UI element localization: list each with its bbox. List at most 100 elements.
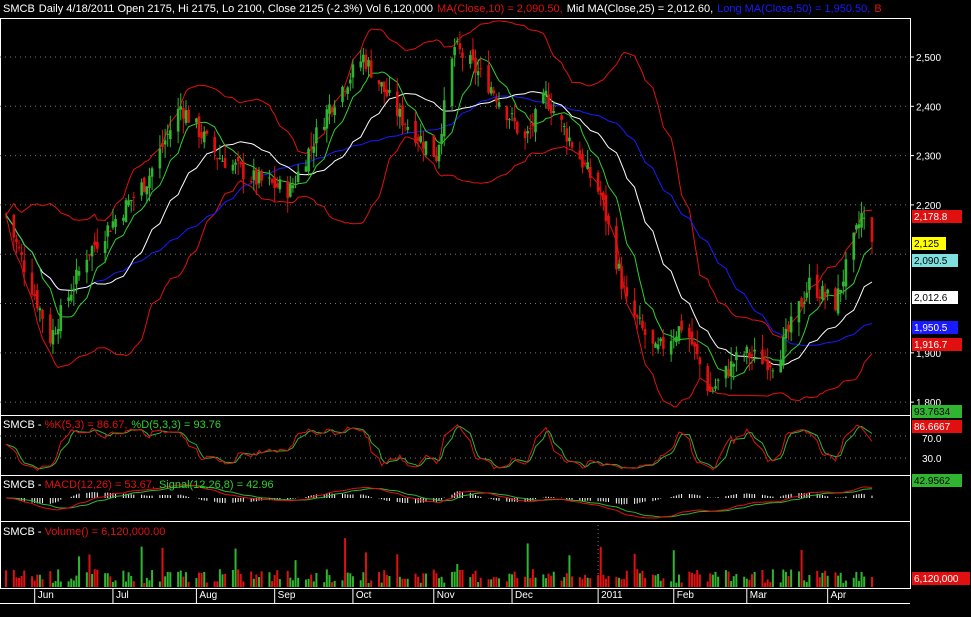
candle-body	[528, 127, 532, 129]
price-header-tail: B	[874, 3, 881, 15]
volume-bar	[124, 581, 127, 587]
volume-bar	[479, 577, 482, 587]
candle-body	[862, 217, 866, 219]
candle-body	[122, 217, 125, 221]
volume-bar	[839, 572, 842, 587]
candle-body	[570, 142, 574, 148]
candle-body	[784, 328, 788, 339]
candle-body	[651, 329, 655, 344]
x-tick-label: Apr	[831, 590, 847, 601]
volume-bar	[654, 575, 657, 587]
candle-body	[395, 91, 399, 116]
volume-bar	[143, 582, 146, 587]
volume-bar	[349, 573, 352, 587]
volume-bar	[766, 579, 769, 587]
candle-body	[787, 324, 790, 332]
volume-bar	[675, 582, 678, 587]
volume-bar	[187, 581, 190, 587]
volume-bar	[130, 576, 133, 587]
price-header-summary: Daily 4/18/2011 Open 2175, Hi 2175, Lo 2…	[39, 3, 433, 15]
stoch-d-line	[5, 425, 873, 470]
candle-body	[672, 339, 676, 341]
candle-body	[560, 115, 563, 121]
upper-band-line	[5, 20, 873, 338]
volume-bar	[380, 582, 383, 587]
candle-body	[797, 301, 801, 323]
volume-bar	[698, 574, 701, 587]
volume-bar	[12, 569, 15, 587]
candle-body	[33, 294, 36, 297]
candle-body	[745, 346, 749, 354]
candle-body	[662, 337, 665, 349]
volume-bar	[33, 580, 36, 587]
volume-bar	[662, 578, 665, 587]
volume-bar	[688, 571, 691, 587]
candle-body	[90, 246, 94, 257]
candle-body	[515, 121, 519, 134]
volume-bar	[589, 578, 592, 587]
volume-bar	[790, 569, 793, 587]
volume-bar	[524, 576, 527, 587]
volume-bar	[680, 582, 683, 587]
candle-body	[49, 314, 52, 344]
candle-body	[565, 128, 569, 142]
candle-body	[315, 127, 318, 144]
candle-body	[286, 181, 290, 199]
volume-bar	[706, 581, 709, 587]
candle-body	[479, 68, 483, 70]
volume-bar	[761, 570, 764, 587]
volume-bar	[578, 577, 581, 587]
volume-bar	[552, 571, 555, 587]
candle-body	[54, 333, 57, 335]
candle-body	[268, 177, 271, 179]
volume-bar	[837, 575, 840, 587]
candle-body	[422, 142, 425, 149]
y-tick-label: 2,300	[916, 152, 941, 163]
candle-body	[56, 328, 60, 335]
volume-bar	[310, 574, 313, 587]
candle-body	[708, 385, 712, 393]
volume-bar	[351, 576, 354, 587]
volume-bar	[782, 569, 785, 587]
volume-bar	[784, 571, 787, 587]
candle-body	[270, 179, 274, 183]
volume-bar	[51, 582, 54, 587]
volume-bar	[198, 572, 201, 587]
volume-bar	[38, 574, 41, 587]
candle-body	[385, 89, 389, 97]
candle-body	[312, 146, 316, 153]
volume-bar	[693, 574, 696, 587]
volume-bar	[294, 560, 297, 587]
x-tick-label: Mar	[750, 590, 768, 601]
candle-body	[534, 109, 537, 133]
candle-body	[761, 349, 764, 365]
candle-body	[635, 315, 639, 318]
candle-body	[489, 87, 493, 94]
candle-body	[542, 92, 545, 104]
volume-bar	[297, 577, 300, 587]
candle-body	[693, 342, 696, 347]
volume-bar	[453, 571, 456, 587]
candle-body	[200, 132, 203, 139]
volume-bar	[383, 570, 386, 587]
volume-bar	[359, 580, 362, 587]
candle-body	[215, 158, 219, 160]
volume-bar	[195, 578, 198, 587]
candle-body	[842, 281, 845, 287]
stoch-tick-label: 70.0	[922, 434, 942, 445]
x-tick-label: Aug	[199, 590, 217, 601]
candle-body	[633, 300, 636, 316]
volume-bar	[800, 549, 803, 587]
candle-body	[549, 104, 553, 114]
volume-bar	[451, 571, 454, 587]
candle-body	[711, 390, 715, 392]
volume-bar	[855, 571, 858, 587]
volume-bar	[36, 574, 39, 587]
volume-bar	[615, 576, 618, 587]
volume-bar	[670, 581, 673, 587]
candle-body	[184, 110, 188, 123]
volume-bar	[771, 569, 774, 587]
candle-body	[805, 292, 809, 298]
badge-volume: 6,120,000	[912, 572, 970, 585]
volume-bar	[769, 582, 772, 587]
